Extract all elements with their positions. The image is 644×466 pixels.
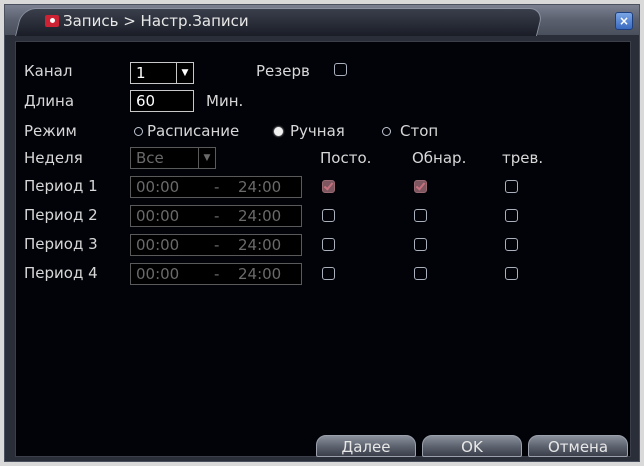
chevron-down-icon: ▼: [198, 148, 215, 168]
next-button[interactable]: Далее: [316, 435, 416, 457]
ok-button[interactable]: OK: [422, 435, 522, 457]
period-alarm-checkbox[interactable]: [505, 180, 518, 193]
period-time-input[interactable]: 00:00 -24:00: [130, 176, 302, 198]
week-label: Неделя: [24, 149, 83, 167]
close-button[interactable]: ×: [615, 12, 633, 30]
reserve-checkbox[interactable]: [334, 63, 347, 76]
mode-schedule-radio[interactable]: [134, 127, 143, 136]
settings-panel: Канал 1 ▼ Резерв Длина 60 Мин. Режим Рас…: [15, 41, 631, 457]
mode-stop-label[interactable]: Стоп: [400, 122, 438, 140]
period-motion-checkbox[interactable]: [414, 209, 427, 222]
length-value: 60: [136, 92, 156, 110]
period-label: Период 4: [24, 264, 98, 282]
period-motion-checkbox[interactable]: [414, 180, 427, 193]
mode-stop-radio[interactable]: [382, 127, 391, 136]
period-constant-checkbox[interactable]: [322, 267, 335, 280]
record-icon: [45, 15, 59, 27]
period-label: Период 3: [24, 235, 98, 253]
period-motion-checkbox[interactable]: [414, 267, 427, 280]
period-start: 00:00: [136, 207, 180, 225]
cancel-button[interactable]: Отмена: [528, 435, 628, 457]
period-label: Период 2: [24, 206, 98, 224]
length-unit: Мин.: [206, 92, 244, 110]
record-settings-window: Запись > Настр.Записи × Канал 1 ▼ Резерв…: [4, 4, 640, 462]
period-constant-checkbox[interactable]: [322, 180, 335, 193]
period-alarm-checkbox[interactable]: [505, 238, 518, 251]
mode-manual-label[interactable]: Ручная: [290, 122, 345, 140]
mode-schedule-label[interactable]: Расписание: [147, 122, 239, 140]
mode-manual-radio[interactable]: [274, 127, 283, 136]
column-alarm: трев.: [502, 149, 544, 167]
period-alarm-checkbox[interactable]: [505, 267, 518, 280]
reserve-label: Резерв: [256, 62, 310, 80]
mode-label: Режим: [24, 122, 77, 140]
period-sep: -: [214, 207, 220, 225]
period-alarm-checkbox[interactable]: [505, 209, 518, 222]
period-sep: -: [214, 236, 220, 254]
period-end: 24:00: [238, 207, 282, 225]
length-input[interactable]: 60: [130, 90, 194, 112]
period-label: Период 1: [24, 177, 98, 195]
channel-label: Канал: [24, 62, 73, 80]
period-constant-checkbox[interactable]: [322, 209, 335, 222]
channel-select[interactable]: 1 ▼: [130, 62, 194, 84]
period-start: 00:00: [136, 265, 180, 283]
period-time-input[interactable]: 00:00 -24:00: [130, 234, 302, 256]
column-constant: Посто.: [320, 149, 372, 167]
length-label: Длина: [24, 92, 75, 110]
period-end: 24:00: [238, 236, 282, 254]
column-motion: Обнар.: [412, 149, 467, 167]
period-sep: -: [214, 265, 220, 283]
period-time-input[interactable]: 00:00 -24:00: [130, 205, 302, 227]
period-start: 00:00: [136, 178, 180, 196]
period-end: 24:00: [238, 265, 282, 283]
title-bar[interactable]: Запись > Настр.Записи ×: [5, 5, 639, 36]
period-time-input[interactable]: 00:00 -24:00: [130, 263, 302, 285]
week-select[interactable]: Все ▼: [130, 147, 216, 169]
period-sep: -: [214, 178, 220, 196]
period-start: 00:00: [136, 236, 180, 254]
period-end: 24:00: [238, 178, 282, 196]
period-constant-checkbox[interactable]: [322, 238, 335, 251]
window-title: Запись > Настр.Записи: [63, 12, 249, 30]
week-value: Все: [136, 149, 164, 167]
channel-value: 1: [136, 64, 146, 82]
chevron-down-icon: ▼: [176, 63, 193, 83]
period-motion-checkbox[interactable]: [414, 238, 427, 251]
